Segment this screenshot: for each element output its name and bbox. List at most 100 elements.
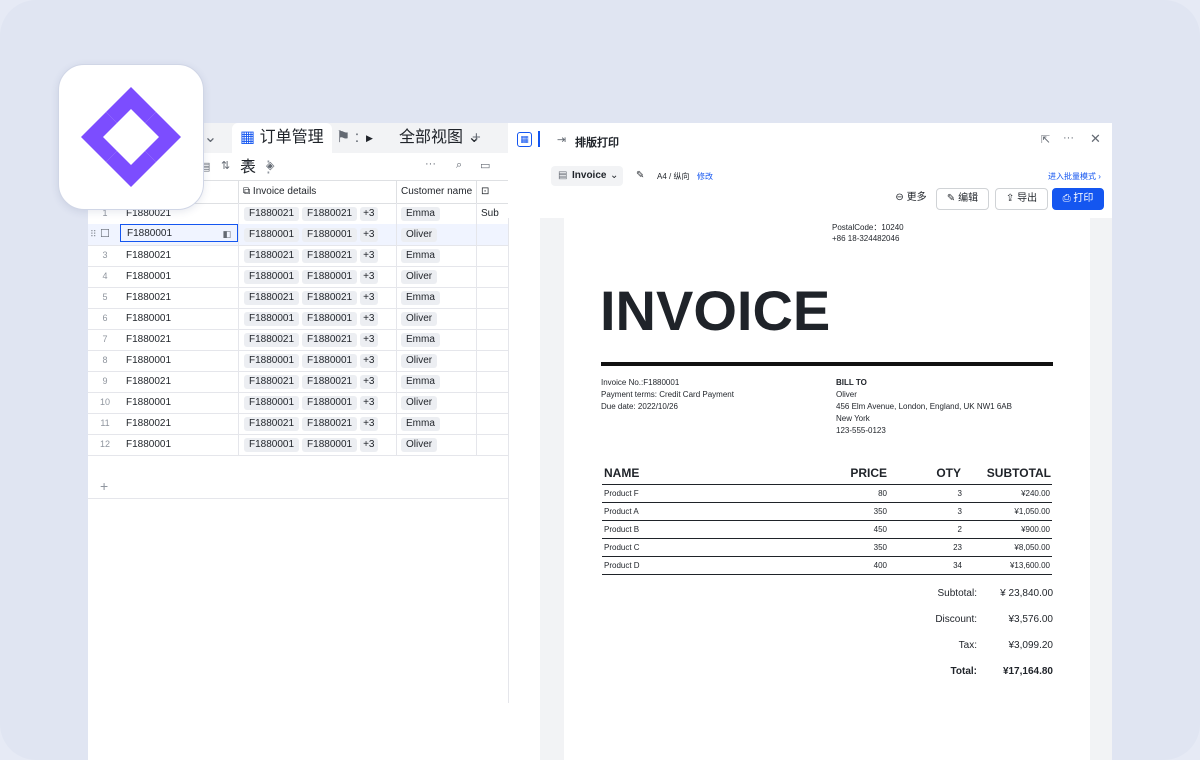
record-id-cell[interactable]: F1880001 xyxy=(120,308,238,329)
drag-handle-icon[interactable]: ⠿ xyxy=(88,224,97,245)
link-icon: ⧉ xyxy=(243,186,251,197)
play-icon[interactable]: ▶ xyxy=(366,123,373,153)
customer-name-cell[interactable]: Emma xyxy=(401,329,443,350)
row-number: 5 xyxy=(102,292,108,302)
more-icon[interactable]: ··· xyxy=(1063,132,1074,144)
customer-name-cell[interactable]: Oliver xyxy=(401,392,440,413)
sort-icon[interactable]: ⇅ xyxy=(221,159,230,172)
row-height-icon[interactable]: ☰ xyxy=(243,159,253,172)
item-subtotal: ¥13,600.00 xyxy=(1009,561,1050,570)
invoice-details-cell[interactable]: F1880021 F1880021 +3 xyxy=(244,245,378,266)
invoice-details-cell[interactable]: F1880001 F1880001 +3 xyxy=(244,308,378,329)
column-header-customer-name[interactable]: Customer name xyxy=(401,181,472,203)
invoice-details-cell[interactable]: F1880001 F1880001 +3 xyxy=(244,266,378,287)
invoice-details-cell[interactable]: F1880021 F1880021 +3 xyxy=(244,329,378,350)
table-row[interactable]: 8 F1880001 F1880001 F1880001 +3 Oliver xyxy=(88,350,508,372)
modify-link[interactable]: 修改 xyxy=(697,171,713,182)
invoice-details-cell[interactable]: F1880021 F1880021 +3 xyxy=(244,203,378,224)
table-row[interactable]: 9 F1880021 F1880021 F1880021 +3 Emma xyxy=(88,371,508,393)
logo-icon xyxy=(81,87,181,187)
invoice-details-cell[interactable]: F1880001 F1880001 +3 xyxy=(244,392,378,413)
print-button[interactable]: ⎙ 打印 xyxy=(1052,188,1104,210)
chevron-down-icon: ⌄ xyxy=(610,170,619,181)
table-panel-toggle-icon[interactable]: ▦ xyxy=(517,132,532,147)
batch-mode-link[interactable]: 进入批量模式 › xyxy=(1048,171,1101,182)
template-selector[interactable]: ▤ Invoice ⌄ xyxy=(551,166,623,186)
add-row-button[interactable]: + xyxy=(88,477,508,499)
add-tab-button[interactable]: + xyxy=(472,123,481,153)
record-id-cell[interactable]: F1880001 ◧ xyxy=(120,224,238,242)
more-icon[interactable]: ··· xyxy=(425,158,436,170)
view-selector[interactable]: 全部视图 ⌄ xyxy=(399,123,481,153)
bill-to-city: New York xyxy=(836,414,870,423)
customer-name-cell[interactable]: Emma xyxy=(401,203,443,224)
table-row[interactable]: 7 F1880021 F1880021 F1880021 +3 Emma xyxy=(88,329,508,351)
record-id-cell[interactable]: F1880021 xyxy=(120,329,238,350)
customer-name-cell[interactable]: Emma xyxy=(401,371,443,392)
table-row[interactable]: 12 F1880001 F1880001 F1880001 +3 Oliver xyxy=(88,434,508,456)
record-id-cell[interactable]: F1880001 xyxy=(120,392,238,413)
export-icon: ⇪ xyxy=(1005,193,1015,204)
customer-name-cell[interactable]: Oliver xyxy=(401,434,440,455)
item-qty: 2 xyxy=(957,525,962,534)
table-row[interactable]: 5 F1880021 F1880021 F1880021 +3 Emma xyxy=(88,287,508,309)
comment-icon[interactable]: ▭ xyxy=(480,159,490,172)
collapse-icon[interactable]: ⇥ xyxy=(557,133,566,146)
invoice-details-cell[interactable]: F1880021 F1880021 +3 xyxy=(244,413,378,434)
table-row[interactable]: 10 F1880001 F1880001 F1880001 +3 Oliver xyxy=(88,392,508,414)
app-logo xyxy=(58,64,204,210)
share-icon[interactable]: ⇱ xyxy=(1041,133,1050,146)
record-id-cell[interactable]: F1880021 xyxy=(120,413,238,434)
search-icon[interactable]: ⌕ xyxy=(456,159,462,172)
table-row[interactable]: 4 F1880001 F1880001 F1880001 +3 Oliver xyxy=(88,266,508,288)
table-row[interactable]: ⠿ ☐ F1880001 ◧ F1880001 F1880001 +3 Oliver xyxy=(88,224,508,246)
edit-button[interactable]: ✎ 编辑 xyxy=(936,188,989,210)
row-checkbox[interactable]: ☐ xyxy=(100,224,110,245)
record-id-cell[interactable]: F1880021 xyxy=(120,371,238,392)
invoice-details-cell[interactable]: F1880021 F1880021 +3 xyxy=(244,371,378,392)
item-subtotal: ¥240.00 xyxy=(1021,489,1050,498)
invoice-heading: INVOICE xyxy=(600,279,831,342)
customer-name-cell[interactable]: Oliver xyxy=(401,266,440,287)
payment-terms: Payment terms: Credit Card Payment xyxy=(601,390,734,399)
table-icon: ▦ xyxy=(240,129,256,146)
row-number: 8 xyxy=(102,355,108,365)
customer-name-cell[interactable]: Oliver xyxy=(401,308,440,329)
expand-icon[interactable]: ◧ xyxy=(222,225,231,243)
customer-name-cell[interactable]: Emma xyxy=(401,287,443,308)
table-row[interactable]: 3 F1880021 F1880021 F1880021 +3 Emma xyxy=(88,245,508,267)
record-id-cell[interactable]: F1880001 xyxy=(120,350,238,371)
invoice-details-cell[interactable]: F1880001 F1880001 +3 xyxy=(244,350,378,371)
item-qty: 3 xyxy=(957,489,962,498)
customer-name-cell[interactable]: Emma xyxy=(401,245,443,266)
customer-name-cell[interactable]: Emma xyxy=(401,413,443,434)
table-row[interactable]: 11 F1880021 F1880021 F1880021 +3 Emma xyxy=(88,413,508,435)
customer-name-cell[interactable]: Oliver xyxy=(401,350,440,371)
row-number: 11 xyxy=(100,418,110,428)
invoice-details-cell[interactable]: F1880001 F1880001 +3 xyxy=(244,224,378,245)
record-id-cell[interactable]: F1880001 xyxy=(120,434,238,455)
lookup-icon: ⊡ xyxy=(481,186,490,197)
app-window: nt ⌄ ▦ 订单管理表 ⋮ ⚑ : ▶ 全部视图 ⌄ + ▤ ⇅ ☰ ◈ ··… xyxy=(88,123,1112,760)
export-button[interactable]: ⇪ 导出 xyxy=(995,188,1048,210)
item-name: Product B xyxy=(604,525,640,534)
tab-form[interactable]: ⚑ : xyxy=(336,123,359,153)
column-header-invoice-details[interactable]: ⧉ Invoice details xyxy=(243,181,316,203)
record-id-cell[interactable]: F1880021 xyxy=(120,245,238,266)
pencil-icon[interactable]: ✎ xyxy=(636,170,644,181)
customer-name-cell[interactable]: Oliver xyxy=(401,224,440,245)
close-icon[interactable]: ✕ xyxy=(1090,131,1101,147)
more-button[interactable]: ⊖ 更多 xyxy=(893,188,929,208)
row-number: 6 xyxy=(102,313,108,323)
tab-order-table[interactable]: ▦ 订单管理表 ⋮ xyxy=(232,123,332,176)
fill-color-icon[interactable]: ◈ xyxy=(266,159,274,172)
invoice-details-cell[interactable]: F1880001 F1880001 +3 xyxy=(244,434,378,455)
table-row[interactable]: 6 F1880001 F1880001 F1880001 +3 Oliver xyxy=(88,308,508,330)
invoice-details-cell[interactable]: F1880021 F1880021 +3 xyxy=(244,287,378,308)
record-id-cell[interactable]: F1880021 xyxy=(120,287,238,308)
bill-to-address: 456 Elm Avenue, London, England, UK NW1 … xyxy=(836,402,1012,411)
record-id-cell[interactable]: F1880001 xyxy=(120,266,238,287)
print-preview: PostalCode：10240 +86 18-324482046 INVOIC… xyxy=(540,218,1112,760)
item-subtotal: ¥900.00 xyxy=(1021,525,1050,534)
phone: +86 18-324482046 xyxy=(832,234,900,243)
